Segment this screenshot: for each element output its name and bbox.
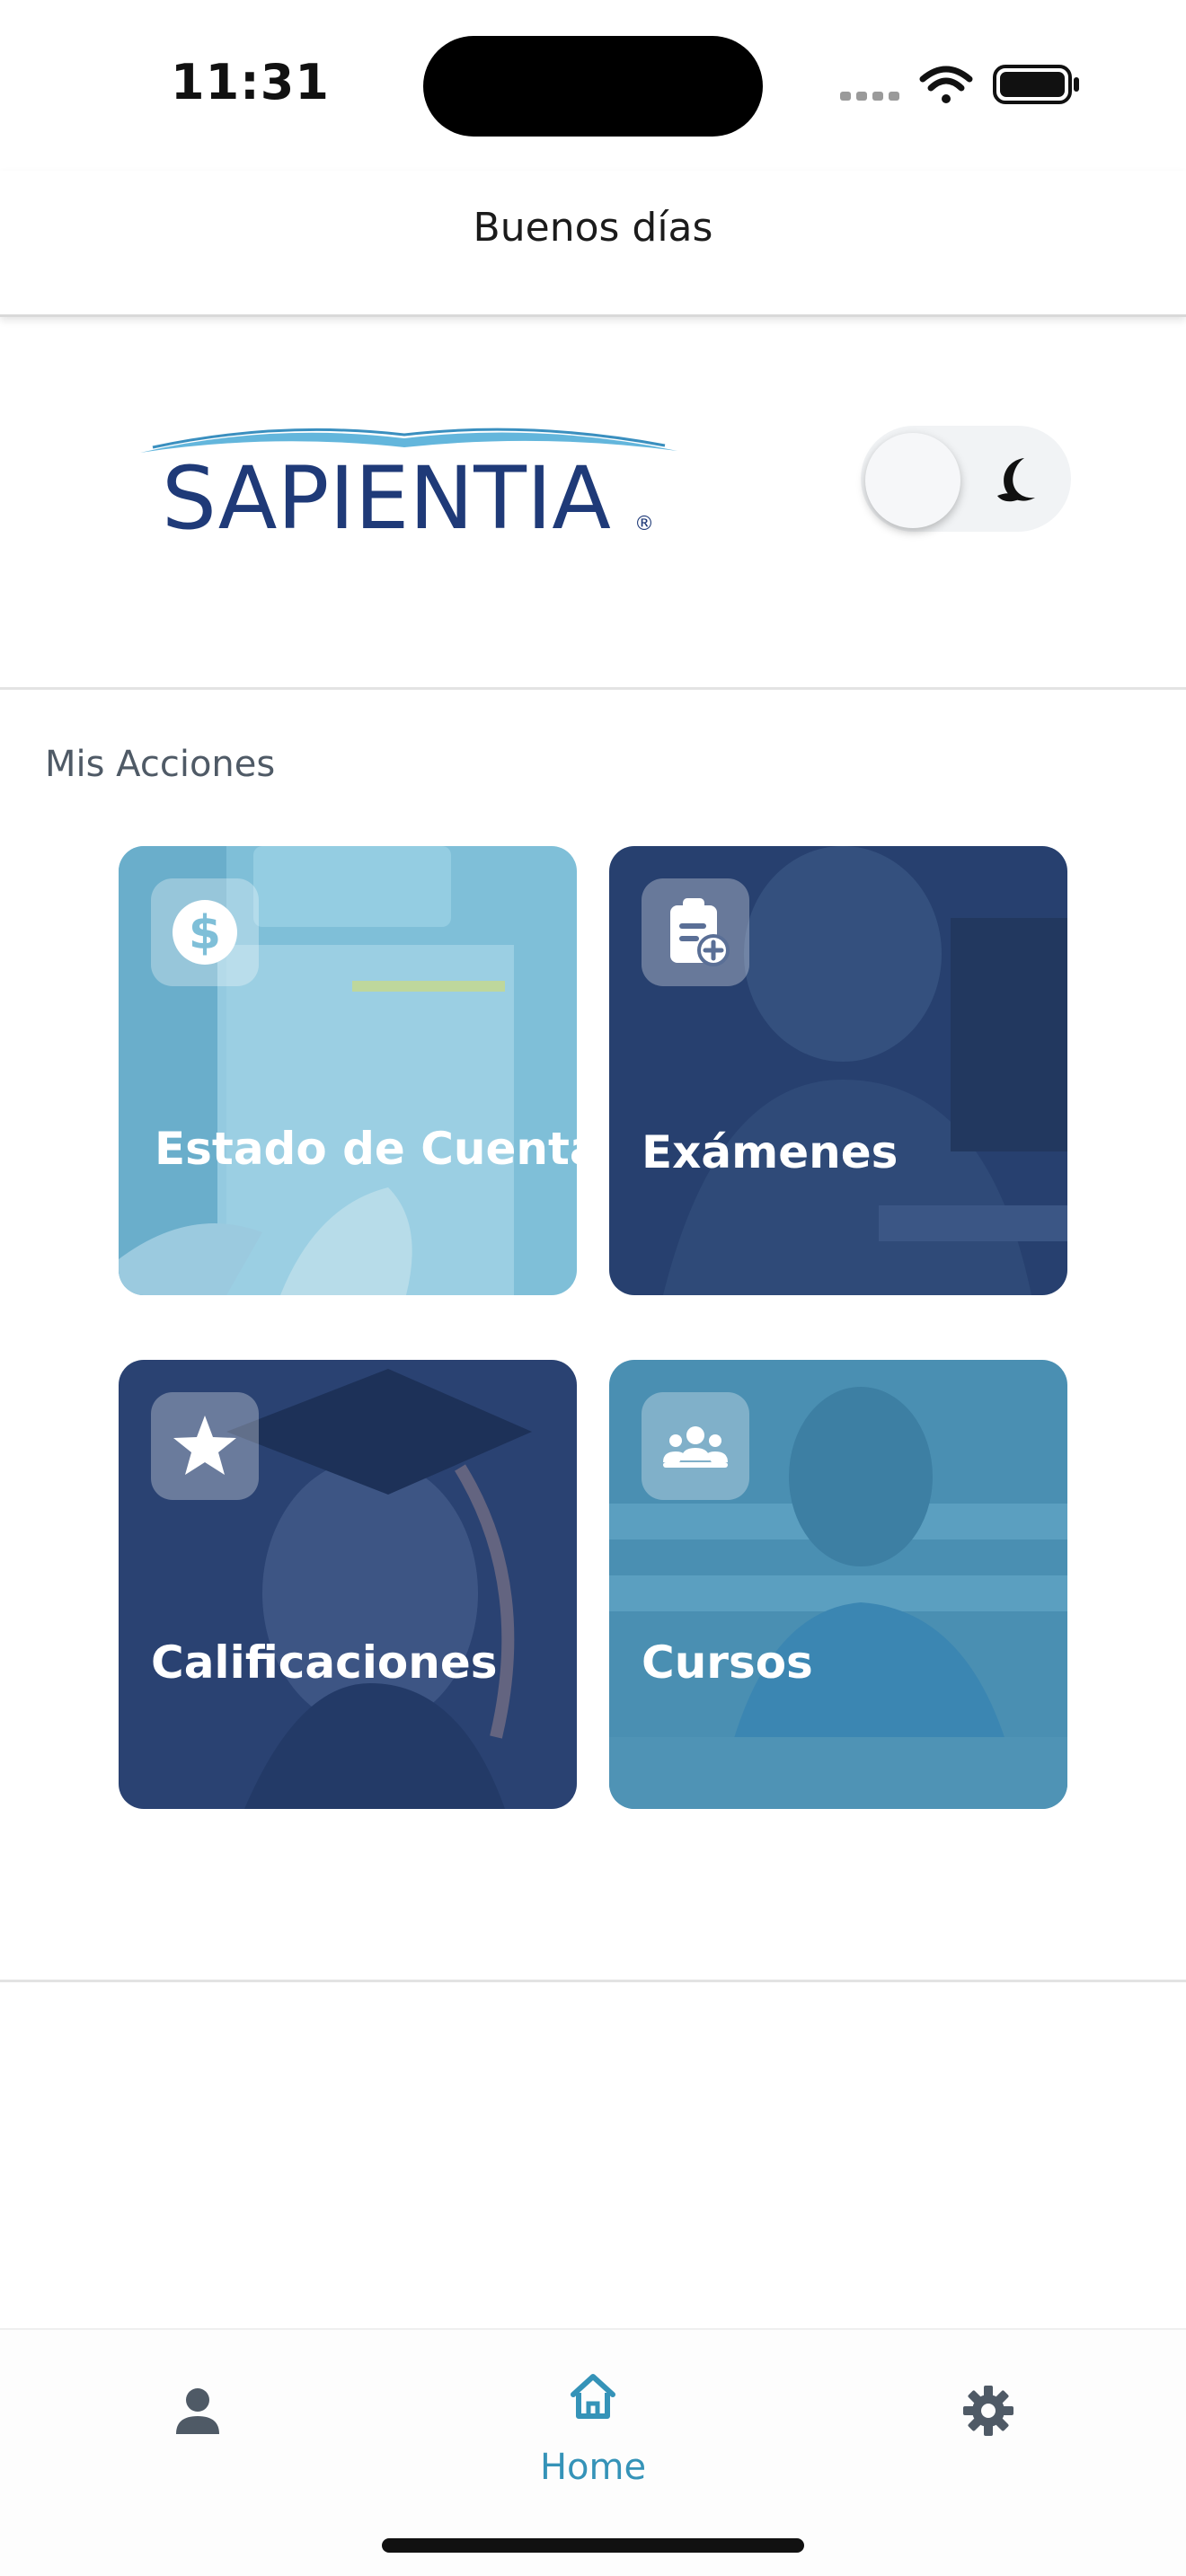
toggle-knob[interactable] <box>865 433 960 528</box>
action-card-estado-de-cuenta[interactable]: $ Estado de Cuenta <box>119 846 577 1295</box>
action-card-cursos[interactable]: Cursos <box>609 1360 1067 1809</box>
clipboard-add-icon <box>670 898 730 966</box>
nav-item-home[interactable]: Home <box>503 2366 683 2501</box>
action-card-examenes[interactable]: Exámenes <box>609 846 1067 1295</box>
section-title: Mis Acciones <box>45 744 276 785</box>
home-icon <box>571 2374 615 2419</box>
card-icon-box <box>642 878 749 986</box>
action-card-calificaciones[interactable]: Calificaciones <box>119 1360 577 1809</box>
theme-toggle[interactable] <box>861 426 1071 532</box>
card-label: Exámenes <box>642 1126 898 1178</box>
gear-icon <box>963 2386 1013 2436</box>
home-indicator[interactable] <box>382 2538 804 2553</box>
status-time: 11:31 <box>171 54 330 110</box>
header-title: Buenos días <box>473 205 713 251</box>
moon-icon <box>997 458 1035 502</box>
status-bar: 11:31 <box>0 0 1186 171</box>
nav-item-settings[interactable] <box>898 2366 1078 2501</box>
sapientia-logo: SAPIENTIA ® <box>135 415 683 550</box>
nav-label-home: Home <box>539 2447 647 2488</box>
logo-text: SAPIENTIA <box>162 448 611 549</box>
dollar-icon: $ <box>173 900 237 965</box>
nav-item-profile[interactable] <box>108 2366 288 2501</box>
star-icon <box>173 1416 236 1475</box>
dynamic-island <box>423 36 763 137</box>
battery-icon <box>993 65 1079 104</box>
status-icons <box>840 63 1083 108</box>
app-header: Buenos días <box>0 171 1186 317</box>
card-label: Cursos <box>642 1636 813 1689</box>
bottom-divider <box>0 1980 1186 1982</box>
card-icon-box <box>642 1392 749 1500</box>
card-label: Calificaciones <box>151 1636 498 1689</box>
top-divider <box>0 687 1186 690</box>
person-icon <box>176 2388 219 2434</box>
card-icon-box: $ <box>151 878 259 986</box>
wifi-icon <box>919 66 973 103</box>
svg-text:$: $ <box>189 906 221 960</box>
logo-registered-mark: ® <box>634 513 654 535</box>
card-icon-box <box>151 1392 259 1500</box>
group-icon <box>663 1426 728 1468</box>
cellular-signal-icon <box>840 92 899 101</box>
app-screen: 11:31 Buenos días SAPIENTIA ® Mis Accion… <box>0 0 1186 2576</box>
card-label: Estado de Cuenta <box>155 1123 577 1175</box>
